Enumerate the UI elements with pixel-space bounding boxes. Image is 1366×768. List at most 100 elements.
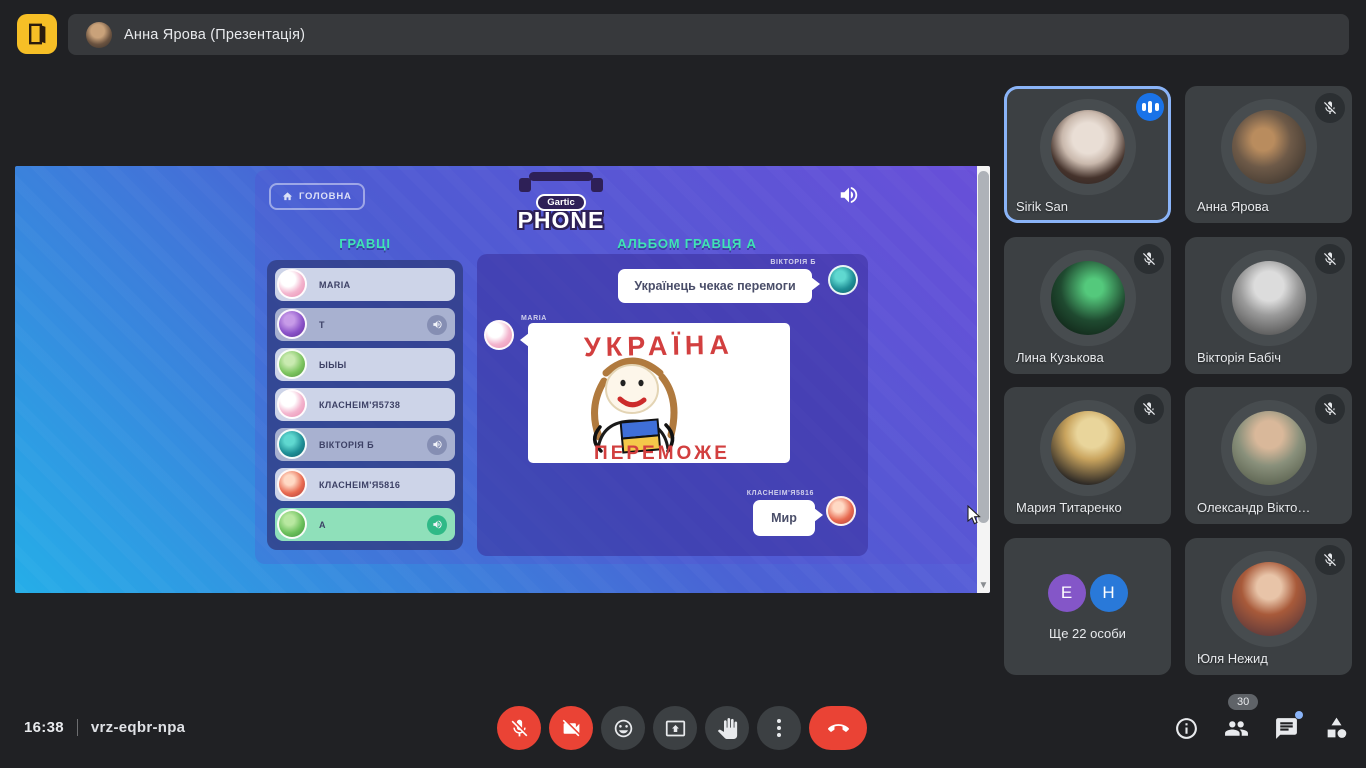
svg-text:ПЕРЕМОЖЕ: ПЕРЕМОЖЕ <box>594 443 730 463</box>
player-avatar <box>277 309 307 339</box>
player-avatar <box>277 269 307 299</box>
mic-muted-icon <box>1315 545 1345 575</box>
mic-toggle-button[interactable] <box>497 706 541 750</box>
shared-tab-favicon <box>17 14 57 54</box>
svg-text:УКРАЇНА: УКРАЇНА <box>584 330 734 363</box>
album-guess-avatar <box>828 265 858 295</box>
participant-tile-overflow[interactable]: Е Н Ще 22 особи <box>1004 538 1171 675</box>
bubble-tail <box>811 277 820 291</box>
gartic-phone-logo: Gartic PHONE <box>513 172 609 234</box>
participant-avatar <box>1051 110 1125 184</box>
camera-toggle-button[interactable] <box>549 706 593 750</box>
mic-muted-icon <box>1134 244 1164 274</box>
game-volume-icon <box>838 184 860 206</box>
activities-shapes-icon <box>1324 716 1349 741</box>
shared-tab-title: Анна Ярова (Презентація) <box>124 27 305 43</box>
shared-page-scrollbar: ▼ <box>977 166 990 593</box>
participant-tile-maria-titarenko[interactable]: Мария Титаренко <box>1004 387 1171 524</box>
presenter-avatar <box>86 22 112 48</box>
bubble-tail <box>814 508 823 522</box>
chat-button[interactable] <box>1274 716 1299 741</box>
participant-tile-oleksandr[interactable]: Олександр Вікто… <box>1185 387 1352 524</box>
player-name: ЫЫЫ <box>319 360 347 370</box>
participant-avatar <box>1232 110 1306 184</box>
player-avatar <box>277 349 307 379</box>
bubble-tail <box>520 333 529 347</box>
player-name: КЛАСНЕІМ'Я5816 <box>319 480 400 490</box>
participants-grid: Sirik San Анна Ярова Лина Кузькова Вікто… <box>1004 86 1352 674</box>
raise-hand-button[interactable] <box>705 706 749 750</box>
speaking-indicator-icon <box>1136 93 1164 121</box>
more-vert-icon <box>777 719 781 737</box>
logo-text-gartic: Gartic <box>536 194 585 211</box>
screen-share-video[interactable]: ГОЛОВНА Gartic PHONE ГРАВЦІ АЛЬБОМ ГРАВЦ… <box>15 166 990 593</box>
participant-name: Юля Нежид <box>1197 651 1268 666</box>
reactions-button[interactable] <box>601 706 645 750</box>
game-home-label: ГОЛОВНА <box>299 191 352 202</box>
player-name: ВІКТОРІЯ Б <box>319 440 374 450</box>
leave-call-button[interactable] <box>809 706 867 750</box>
call-end-icon <box>828 718 849 739</box>
participant-name: Вікторія Бабіч <box>1197 350 1281 365</box>
overflow-avatars: Е Н <box>1048 574 1128 612</box>
info-icon <box>1174 716 1199 741</box>
meeting-info-button[interactable] <box>1174 716 1199 741</box>
chat-icon <box>1274 716 1299 741</box>
album-drawing-author: MARIA <box>521 315 547 322</box>
logo-text-phone: PHONE <box>513 207 609 234</box>
participant-avatar <box>1232 261 1306 335</box>
player-row-selected: A <box>275 508 455 541</box>
chat-notification-dot <box>1295 711 1303 719</box>
album-answer-text: Мир <box>771 511 797 525</box>
player-row: T <box>275 308 455 341</box>
overflow-avatar-letter: Е <box>1048 574 1086 612</box>
mouse-cursor <box>967 505 982 526</box>
player-name: T <box>319 320 325 330</box>
participant-tile-lina-kuzkova[interactable]: Лина Кузькова <box>1004 237 1171 374</box>
participant-avatar <box>1232 562 1306 636</box>
mic-muted-icon <box>1315 394 1345 424</box>
shared-tab-banner[interactable]: Анна Ярова (Презентація) <box>68 14 1349 55</box>
participant-tile-sirik-san[interactable]: Sirik San <box>1004 86 1171 223</box>
player-row: MARIA <box>275 268 455 301</box>
participant-name: Анна Ярова <box>1197 199 1269 214</box>
participant-name: Олександр Вікто… <box>1197 500 1310 515</box>
player-avatar <box>277 389 307 419</box>
participants-button[interactable]: 30 <box>1224 716 1249 741</box>
mic-off-icon <box>509 718 530 739</box>
ukraine-drawing: УКРАЇНА <box>528 323 790 463</box>
participant-count-badge: 30 <box>1228 694 1258 710</box>
player-name: MARIA <box>319 280 351 290</box>
participant-tile-anna-yarova[interactable]: Анна Ярова <box>1185 86 1352 223</box>
player-avatar <box>277 429 307 459</box>
player-sound-icon <box>427 515 447 535</box>
present-screen-button[interactable] <box>653 706 697 750</box>
album-answer-bubble: Мир <box>753 500 815 536</box>
player-row: КЛАСНЕІМ'Я5816 <box>275 468 455 501</box>
mic-muted-icon <box>1134 394 1164 424</box>
player-avatar <box>277 469 307 499</box>
divider <box>77 719 78 736</box>
player-row: ВІКТОРІЯ Б <box>275 428 455 461</box>
participant-avatar <box>1232 411 1306 485</box>
more-options-button[interactable] <box>757 706 801 750</box>
door-icon <box>25 22 49 46</box>
player-sound-icon <box>427 435 447 455</box>
album-header: АЛЬБОМ ГРАВЦЯ A <box>617 236 756 251</box>
people-icon <box>1224 716 1249 741</box>
home-icon <box>282 191 293 202</box>
participant-tile-viktoria-babich[interactable]: Вікторія Бабіч <box>1185 237 1352 374</box>
present-icon <box>665 718 686 739</box>
players-header: ГРАВЦІ <box>339 236 391 251</box>
overflow-content: Е Н Ще 22 особи <box>1004 538 1171 675</box>
google-meet-window: Анна Ярова (Презентація) ГОЛОВНА Gartic … <box>0 0 1366 768</box>
participant-avatar <box>1051 411 1125 485</box>
participant-name: Sirik San <box>1016 199 1068 214</box>
logo-ears-shape <box>519 178 603 192</box>
activities-button[interactable] <box>1324 716 1349 741</box>
camera-off-icon <box>561 718 582 739</box>
participant-tile-yulia-nezhyd[interactable]: Юля Нежид <box>1185 538 1352 675</box>
scrollbar-down-arrow: ▼ <box>977 581 990 591</box>
player-name: A <box>319 520 326 530</box>
scrollbar-thumb <box>978 171 989 523</box>
